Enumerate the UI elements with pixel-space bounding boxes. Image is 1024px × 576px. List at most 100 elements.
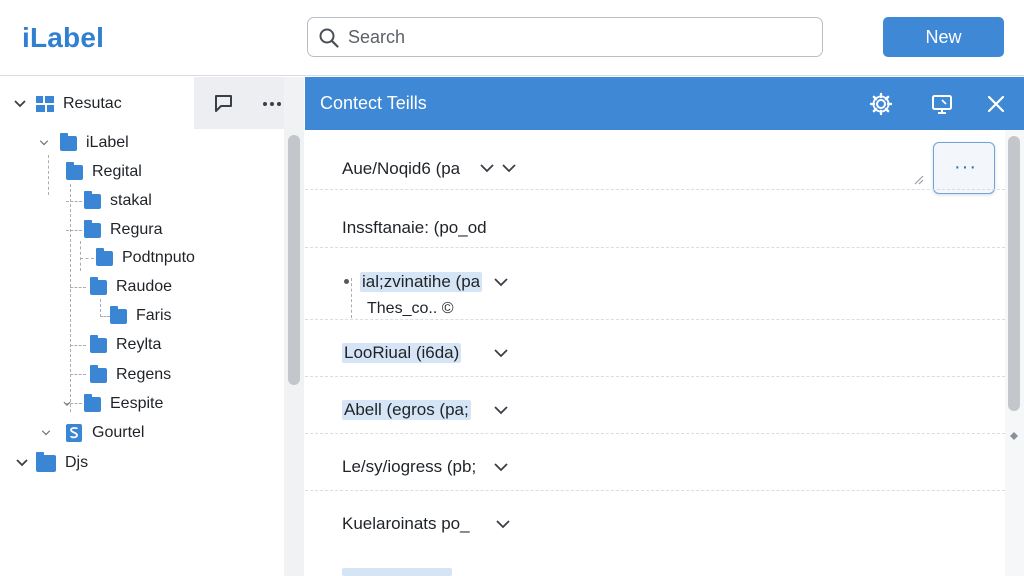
tree-guide [351,278,352,318]
tree-item-label: Djs [65,454,89,471]
chevron-down-icon[interactable] [40,427,52,439]
field-row-partial [342,568,452,576]
tree-item[interactable]: Resutac [12,91,122,117]
folder-icon [110,305,127,324]
tree-item[interactable]: stakal [84,188,152,214]
tree-item-label: stakal [110,192,152,209]
field-label: ial;zvinatihe (pa [360,272,483,292]
scroll-arrow-icon[interactable] [1009,431,1019,441]
search-icon [319,28,339,48]
tree-guide [100,299,101,317]
chevron-down-icon[interactable] [493,345,509,361]
chevron-down-icon[interactable] [38,137,50,149]
field-label: LooRiual (i6da) [342,343,462,363]
tree-item-label: Reylta [116,336,162,353]
folder-icon [84,219,101,238]
new-button[interactable]: New [883,17,1004,57]
tree-guide [70,184,71,412]
tree-guide [70,287,86,288]
tree-item[interactable]: Regens [90,362,171,388]
tree-item[interactable]: Regura [84,217,162,243]
gear-icon[interactable] [868,91,894,117]
tree-item[interactable]: Faris [110,303,172,329]
field-label: Aue/Noqid6 (pa [342,159,461,178]
chevron-down-icon[interactable] [493,402,509,418]
app-logo: iLabel [22,22,105,53]
folder-icon [90,276,107,295]
tree-item-label: Raudoe [116,278,173,295]
panel-scrollbar[interactable] [1005,130,1024,576]
sidebar-scrollbar[interactable] [284,77,304,576]
monitor-icon[interactable] [929,91,955,117]
tree-item[interactable]: Eespite [62,391,163,417]
chevron-down-icon[interactable] [493,274,509,290]
more-horizontal-icon[interactable] [258,90,286,118]
field-row: Aue/Noqid6 (pa [305,130,1005,190]
folder-icon [96,247,113,266]
field-label: Inssftanaie: (po_od [342,218,487,237]
field-label: Abell (egros (pa; [342,400,471,420]
tree-item-label: iLabel [86,134,129,151]
tree-guide [80,241,81,271]
panel-header: Contect Teills [305,77,1024,130]
tree-item-label: Eespite [110,395,164,412]
folder-icon [36,451,56,472]
tree-guide [70,345,86,346]
field-row: LooRiual (i6da) [305,320,1005,377]
tree-item[interactable]: Gourtel [40,420,144,446]
tree-item-label: Gourtel [92,424,145,441]
panel-scroll-thumb[interactable] [1008,136,1020,411]
field-row: ial;zvinatihe (pa Thes_co.. © [305,248,1005,320]
tree-guide [66,201,82,202]
chevron-down-icon[interactable] [62,399,72,409]
sidebar-scroll-thumb[interactable] [288,135,300,385]
field-row: Inssftanaie: (po_od [305,190,1005,248]
tree-guide [80,258,94,259]
tree-item-label: Resutac [63,95,122,112]
tree-item[interactable]: iLabel [38,130,129,156]
chevron-down-icon[interactable] [493,459,509,475]
tree-guide [70,374,86,375]
tree-item-label: Regens [116,366,172,383]
field-row: Abell (egros (pa; [305,377,1005,434]
chevron-down-icon[interactable] [479,160,495,176]
tree-item[interactable]: Regital [66,159,142,185]
folder-icon [66,161,83,180]
content-panel: Contect Teills ··· Aue/Noqid6 (pa Inssft… [305,77,1024,576]
field-subtext: Thes_co.. © [367,300,454,317]
field-label: Le/sy/iogress (pb; [342,457,477,476]
sidebar-tree: Resutac iLabel Regital stakal Regura Pod… [0,77,304,576]
chevron-down-icon[interactable] [495,516,511,532]
chevron-down-icon[interactable] [501,160,517,176]
folder-icon [60,132,77,151]
field-row: Le/sy/iogress (pb; [305,434,1005,491]
tree-item[interactable]: Djs [14,450,88,476]
tree-item-label: Faris [136,307,172,324]
tree-item-label: Regura [110,221,163,238]
comment-icon[interactable] [210,90,238,118]
close-icon[interactable] [983,91,1009,117]
grid-icon [36,96,54,112]
folder-icon [90,334,107,353]
folder-icon [84,190,101,209]
field-label: Kuelaroinats po_ [342,514,470,533]
search-input[interactable] [348,24,808,50]
tree-item[interactable]: Raudoe [90,274,172,300]
tree-item-label: Podtnputo [122,249,195,266]
tree-item[interactable]: Podtnputo [96,245,195,271]
app-header: iLabel New [0,0,1024,76]
search-box[interactable] [307,17,823,57]
field-row: Kuelaroinats po_ [305,491,1005,549]
folder-icon [84,393,101,412]
chevron-down-icon[interactable] [14,455,30,471]
tree-item-label: Regital [92,163,142,180]
tree-guide [48,155,49,195]
s-doc-icon [66,424,82,442]
panel-title: Contect Teills [320,93,427,113]
folder-icon [90,364,107,383]
chevron-down-icon[interactable] [12,96,28,112]
tree-item[interactable]: Reylta [90,332,161,358]
tree-guide [66,230,82,231]
bullet-icon [344,279,349,284]
tree-guide [100,316,110,317]
